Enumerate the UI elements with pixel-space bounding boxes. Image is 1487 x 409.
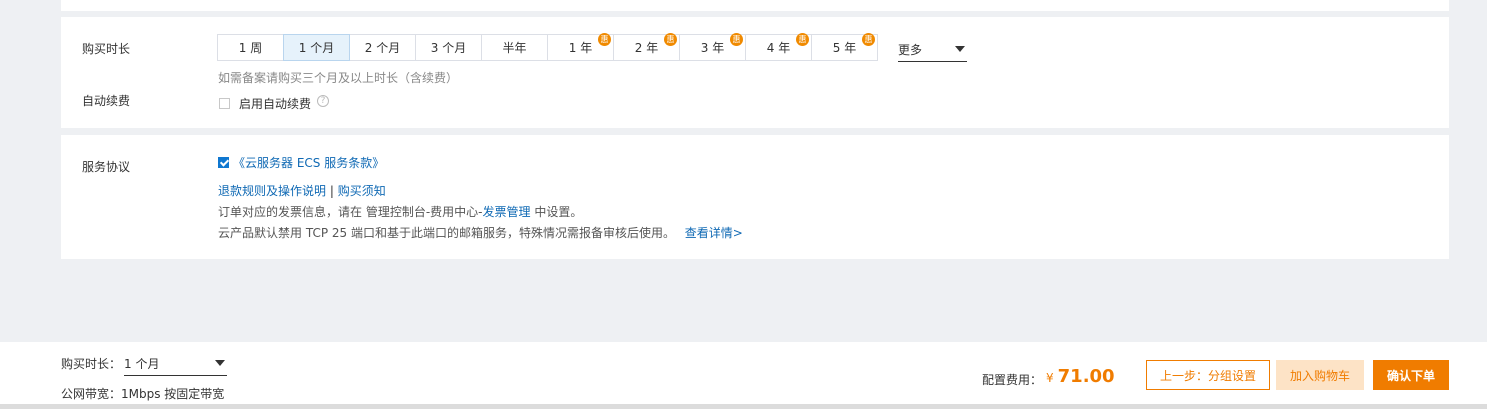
footer-duration-label: 购买时长： — [61, 357, 122, 371]
discount-badge-icon: 惠 — [664, 33, 677, 46]
terms-checkbox[interactable] — [218, 157, 229, 168]
period-label: 1 个月 — [298, 41, 335, 55]
discount-badge-icon: 惠 — [730, 33, 743, 46]
more-periods-dropdown[interactable]: 更多 — [898, 37, 967, 62]
auto-renew-checkbox[interactable] — [219, 98, 230, 109]
period-option-3-years[interactable]: 3 年惠 — [679, 33, 746, 61]
footer-duration-value: 1 个月 — [124, 356, 160, 371]
period-label: 5 年 — [832, 41, 857, 55]
config-cost-label: 配置费用： — [982, 373, 1043, 387]
discount-badge-icon: 惠 — [862, 33, 875, 46]
period-label: 2 个月 — [364, 41, 401, 55]
ecs-terms-link[interactable]: 《云服务器 ECS 服务条款》 — [233, 154, 384, 171]
period-label: 3 年 — [700, 41, 725, 55]
link-separator: | — [326, 184, 338, 198]
invoice-management-link[interactable]: 发票管理 — [482, 205, 530, 219]
period-option-3-months[interactable]: 3 个月 — [415, 34, 482, 61]
port-notice-text: 云产品默认禁用 TCP 25 端口和基于此端口的邮箱服务，特殊情况需报备审核后使… — [218, 226, 675, 240]
auto-renew-label: 自动续费 — [82, 94, 131, 108]
confirm-order-button[interactable]: 确认下单 — [1373, 360, 1449, 390]
period-button-group: 1 周 1 个月 2 个月 3 个月 半年 1 年惠 2 年惠 3 年惠 4 年… — [217, 33, 878, 61]
previous-step-button[interactable]: 上一步：分组设置 — [1146, 360, 1270, 390]
period-option-4-years[interactable]: 4 年惠 — [745, 33, 812, 61]
period-label: 半年 — [502, 41, 527, 55]
period-option-2-months[interactable]: 2 个月 — [349, 34, 416, 61]
chevron-down-icon — [215, 360, 225, 366]
filing-hint-text: 如需备案请购买三个月及以上时长（含续费） — [218, 71, 459, 85]
period-option-2-years[interactable]: 2 年惠 — [613, 33, 680, 61]
period-option-half-year[interactable]: 半年 — [481, 34, 548, 61]
footer-bottom-strip — [0, 404, 1487, 409]
discount-badge-icon: 惠 — [598, 33, 611, 46]
service-agreement-label: 服务协议 — [82, 160, 131, 174]
more-periods-label: 更多 — [898, 42, 923, 57]
auto-renew-checkbox-label[interactable]: 启用自动续费 — [239, 95, 311, 112]
service-agreement-card: 服务协议 《云服务器 ECS 服务条款》 退款规则及操作说明 | 购买须知 订单… — [61, 135, 1449, 259]
period-label: 3 个月 — [430, 41, 467, 55]
period-label: 4 年 — [766, 41, 791, 55]
purchase-notes-link[interactable]: 购买须知 — [338, 184, 386, 198]
footer-bandwidth-text: 公网带宽：1Mbps 按固定带宽 — [61, 387, 225, 401]
order-summary-footer: 购买时长： 1 个月 公网带宽：1Mbps 按固定带宽 配置费用： ¥71.00… — [0, 342, 1487, 404]
help-icon[interactable]: ? — [317, 95, 329, 107]
footer-duration-dropdown[interactable]: 1 个月 — [124, 351, 227, 376]
config-cost-amount: ¥71.00 — [1046, 366, 1115, 387]
period-label: 1 周 — [238, 41, 263, 55]
invoice-prefix-text: 订单对应的发票信息，请在 管理控制台-费用中心- — [218, 205, 483, 219]
cost-value: 71.00 — [1057, 366, 1115, 387]
discount-badge-icon: 惠 — [796, 33, 809, 46]
period-option-1-week[interactable]: 1 周 — [217, 34, 284, 61]
previous-section-card — [61, 0, 1449, 11]
period-label: 1 年 — [568, 41, 593, 55]
invoice-info-row: 订单对应的发票信息，请在 管理控制台-费用中心-发票管理 中设置。 — [218, 203, 582, 220]
add-to-cart-button[interactable]: 加入购物车 — [1276, 360, 1364, 390]
period-option-5-years[interactable]: 5 年惠 — [811, 33, 878, 61]
currency-symbol: ¥ — [1046, 371, 1054, 385]
period-option-1-month[interactable]: 1 个月 — [283, 34, 350, 61]
period-label: 2 年 — [634, 41, 659, 55]
refund-rules-link[interactable]: 退款规则及操作说明 — [218, 184, 326, 198]
period-option-1-year[interactable]: 1 年惠 — [547, 33, 614, 61]
duration-card: 购买时长 1 周 1 个月 2 个月 3 个月 半年 1 年惠 2 年惠 3 年… — [61, 17, 1449, 128]
port-notice-row: 云产品默认禁用 TCP 25 端口和基于此端口的邮箱服务，特殊情况需报备审核后使… — [218, 224, 743, 241]
chevron-down-icon — [955, 46, 965, 52]
refund-rules-row: 退款规则及操作说明 | 购买须知 — [218, 182, 386, 199]
invoice-suffix-text: 中设置。 — [530, 205, 583, 219]
view-details-link[interactable]: 查看详情> — [685, 226, 743, 240]
duration-label: 购买时长 — [82, 42, 131, 56]
